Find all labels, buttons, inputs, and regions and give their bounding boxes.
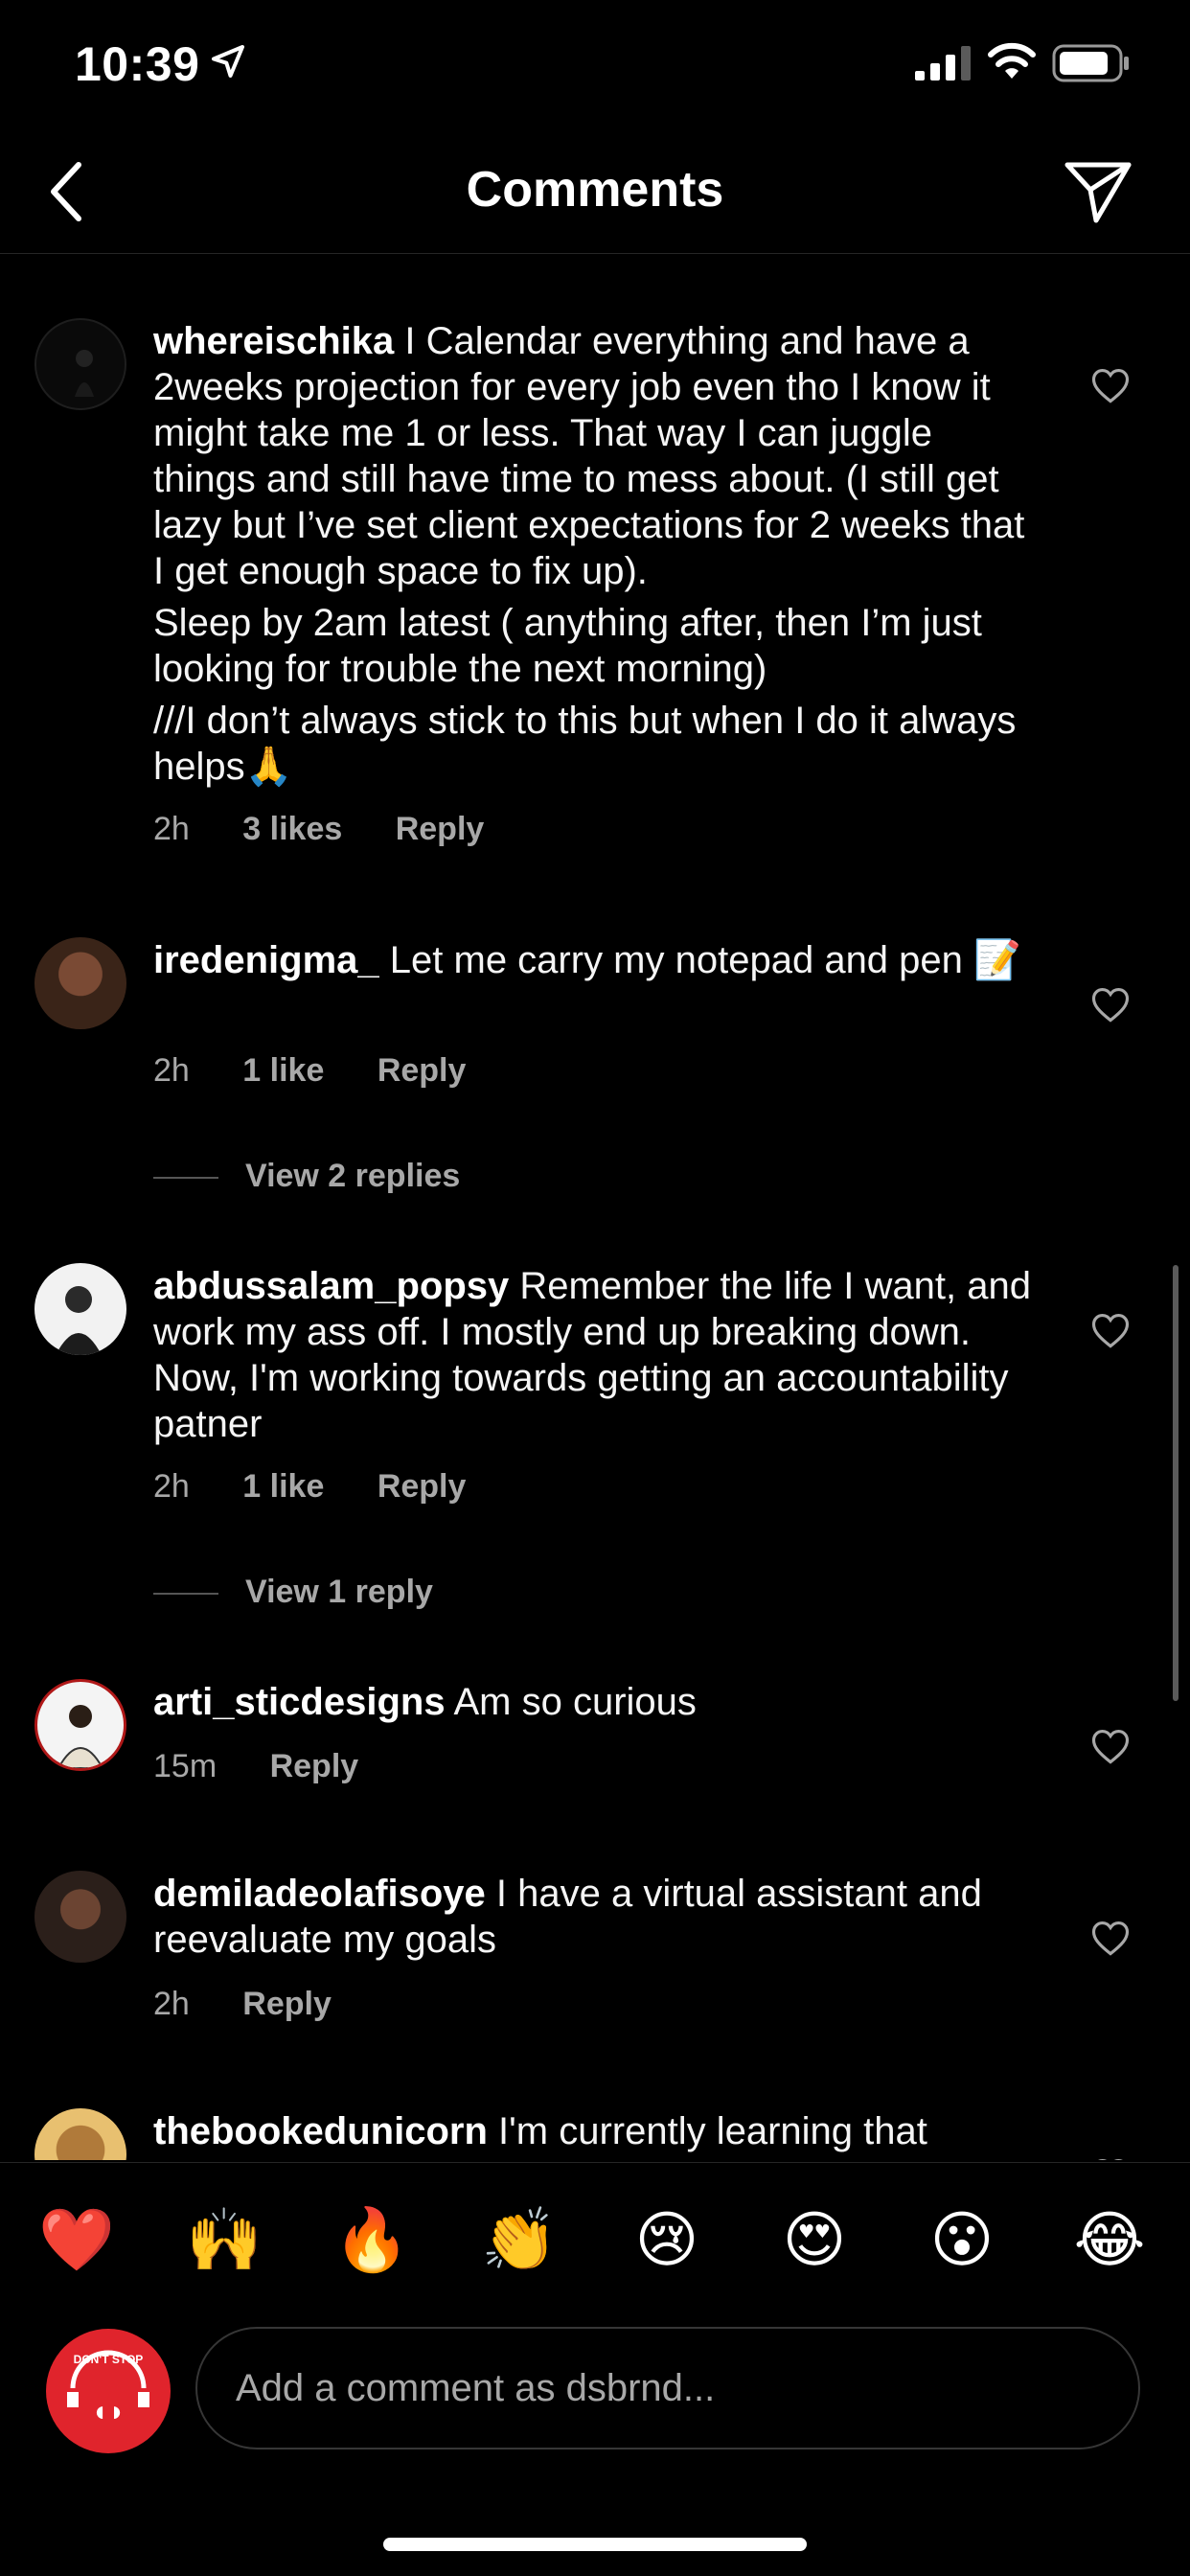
- comment-likes[interactable]: 3 likes: [242, 811, 342, 847]
- comment-text: Let me carry my notepad and pen: [389, 939, 963, 981]
- comment-time: 2h: [153, 811, 190, 847]
- comment-likes[interactable]: 1 like: [242, 1052, 324, 1089]
- comment-meta: 2h 3 likes Reply: [153, 811, 528, 848]
- comment-input[interactable]: [195, 2327, 1140, 2450]
- heart-outline-icon[interactable]: [1090, 985, 1131, 1024]
- avatar[interactable]: [34, 318, 126, 410]
- reply-button[interactable]: Reply: [396, 811, 485, 847]
- view-replies-label: View 1 reply: [245, 1574, 433, 1610]
- comment-meta: 2h 1 like Reply: [153, 1052, 510, 1090]
- comment-username[interactable]: iredenigma_: [153, 939, 379, 981]
- comment-text: Sleep by 2am latest ( anything after, th…: [153, 602, 982, 690]
- comment-time: 2h: [153, 1986, 190, 2022]
- reaction-heart[interactable]: ❤️: [38, 2201, 115, 2278]
- signal-icon: [915, 46, 971, 80]
- comment-username[interactable]: arti_sticdesigns: [153, 1681, 446, 1723]
- reply-button[interactable]: Reply: [242, 1986, 332, 2022]
- comment-username[interactable]: thebookedunicorn: [153, 2110, 488, 2152]
- reply-button[interactable]: Reply: [378, 1468, 467, 1505]
- comment-meta: 15m Reply: [153, 1748, 402, 1785]
- reaction-surprised[interactable]: 😮: [924, 2201, 1000, 2278]
- home-indicator[interactable]: [383, 2538, 807, 2551]
- heart-outline-icon[interactable]: [1090, 1919, 1131, 1957]
- battery-icon: [1052, 44, 1129, 82]
- header: Comments: [0, 134, 1190, 254]
- heart-outline-icon[interactable]: [1090, 366, 1131, 404]
- comment-body: demiladeolafisoye I have a virtual assis…: [153, 1871, 1044, 1963]
- comment-composer: DON'T STOP ◖◗: [0, 2315, 1190, 2459]
- reply-button[interactable]: Reply: [378, 1052, 467, 1089]
- status-time: 10:39: [75, 37, 200, 91]
- replies-divider: [153, 1593, 218, 1596]
- heart-outline-icon[interactable]: [1090, 2156, 1131, 2160]
- avatar-logo-text: DON'T STOP: [74, 2353, 144, 2366]
- avatar[interactable]: [34, 2108, 126, 2160]
- comment-time: 15m: [153, 1748, 217, 1784]
- comment-text: I'm currently learning that: [498, 2110, 927, 2152]
- status-bar: 10:39: [0, 0, 1190, 134]
- comment-meta: 2h 1 like Reply: [153, 1468, 510, 1506]
- comment-text: Am so curious: [453, 1681, 697, 1723]
- comment-text: ///I don’t always stick to this but when…: [153, 700, 1017, 788]
- comment-time: 2h: [153, 1468, 190, 1505]
- reaction-clap[interactable]: 👏: [481, 2201, 558, 2278]
- avatar[interactable]: [34, 1679, 126, 1771]
- comment-meta: 2h Reply: [153, 1986, 376, 2023]
- comment-body: iredenigma_ Let me carry my notepad and …: [153, 937, 1044, 983]
- reaction-heart-eyes[interactable]: 😍: [776, 2201, 853, 2278]
- reaction-raised-hands[interactable]: 🙌: [186, 2201, 263, 2278]
- comment-username[interactable]: demiladeolafisoye: [153, 1873, 486, 1915]
- avatar-logo-glyph: ◖◗: [91, 2396, 126, 2427]
- replies-divider: [153, 1177, 218, 1180]
- comment-body: abdussalam_popsy Remember the life I wan…: [153, 1263, 1044, 1447]
- comment-likes[interactable]: 1 like: [242, 1468, 324, 1505]
- avatar[interactable]: [34, 937, 126, 1029]
- emoji-reaction-bar: ❤️ 🙌 🔥 👏 😢 😍 😮 😂: [0, 2162, 1190, 2316]
- notepad-emoji: 📝: [973, 939, 1021, 981]
- svg-text:◖◗: ◖◗: [91, 2396, 126, 2427]
- send-icon[interactable]: [1062, 157, 1134, 226]
- comment-username[interactable]: whereischika: [153, 320, 394, 362]
- wifi-icon: [988, 42, 1036, 79]
- reaction-crying[interactable]: 😢: [629, 2201, 705, 2278]
- comment-body: whereischika I Calendar everything and h…: [153, 318, 1044, 790]
- avatar[interactable]: [34, 1263, 126, 1355]
- view-replies-button[interactable]: View 2 replies: [153, 1158, 460, 1195]
- heart-outline-icon[interactable]: [1090, 1727, 1131, 1765]
- reaction-fire[interactable]: 🔥: [333, 2201, 410, 2278]
- view-replies-label: View 2 replies: [245, 1158, 461, 1194]
- scrollbar[interactable]: [1173, 1265, 1179, 1701]
- reaction-laughing[interactable]: 😂: [1071, 2201, 1148, 2278]
- location-arrow-icon: [212, 45, 244, 78]
- avatar[interactable]: [34, 1871, 126, 1963]
- comment-list[interactable]: whereischika I Calendar everything and h…: [0, 255, 1190, 2160]
- comment-username[interactable]: abdussalam_popsy: [153, 1265, 509, 1307]
- page-title: Comments: [466, 162, 724, 218]
- view-replies-button[interactable]: View 1 reply: [153, 1574, 433, 1611]
- user-avatar[interactable]: DON'T STOP ◖◗: [46, 2329, 171, 2453]
- heart-outline-icon[interactable]: [1090, 1311, 1131, 1349]
- comment-body: thebookedunicorn I'm currently learning …: [153, 2108, 1044, 2154]
- screen: 10:39 Comments whereischika I Calendar e…: [0, 0, 1190, 2576]
- reply-button[interactable]: Reply: [270, 1748, 359, 1784]
- comment-time: 2h: [153, 1052, 190, 1089]
- comment-body: arti_sticdesigns Am so curious: [153, 1679, 1044, 1725]
- dont-stop-logo: DON'T STOP ◖◗: [67, 2350, 149, 2427]
